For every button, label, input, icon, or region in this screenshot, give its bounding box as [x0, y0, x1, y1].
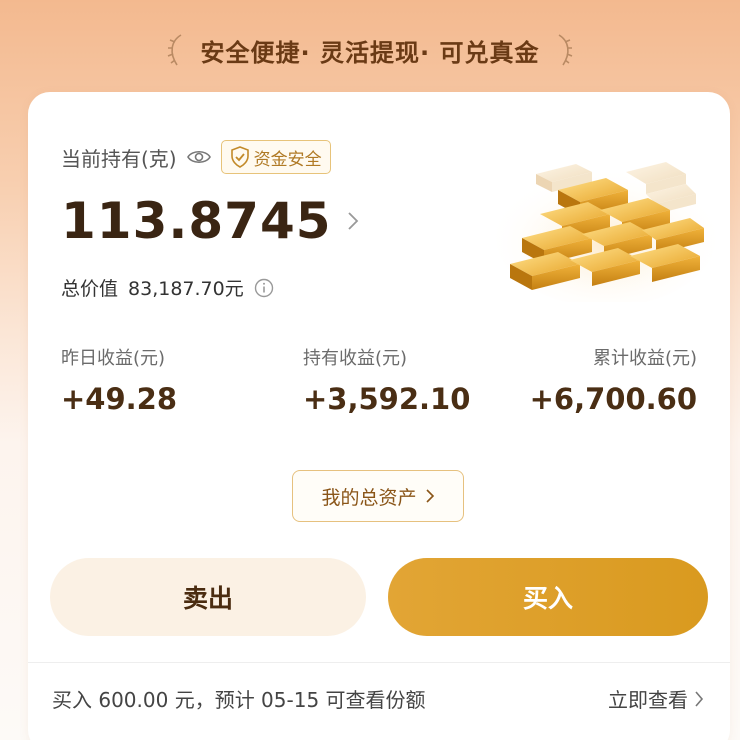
assets-button-label: 我的总资产: [321, 486, 417, 509]
view-now-link[interactable]: 立即查看: [608, 684, 704, 713]
grams-value: 113.8745: [61, 192, 332, 250]
stat-holding: 持有收益(元) +3,592.10: [303, 344, 470, 416]
stat-value: +6,700.60: [529, 382, 697, 416]
banner: 安全便捷· 灵活提现· 可兑真金: [0, 28, 740, 72]
badge-label: 资金安全: [253, 149, 322, 170]
stat-value: +3,592.10: [303, 382, 471, 416]
total-label: 总价值: [61, 278, 119, 300]
purchase-notice: 买入 600.00 元，预计 05-15 可查看份额: [52, 688, 426, 712]
info-icon[interactable]: [254, 278, 274, 298]
view-now-label: 立即查看: [608, 688, 688, 712]
chevron-right-icon: [695, 690, 704, 707]
my-total-assets-button[interactable]: 我的总资产: [292, 470, 464, 522]
stat-label: 昨日收益(元): [61, 348, 166, 369]
gold-bars-image: [496, 162, 716, 302]
stat-label: 累计收益(元): [592, 348, 697, 369]
laurel-left-icon: [167, 34, 181, 66]
stat-yesterday: 昨日收益(元) +49.28: [61, 344, 177, 416]
eye-icon[interactable]: [186, 148, 211, 166]
buy-button-label: 买入: [522, 584, 573, 613]
total-value-row: 总价值 83,187.70元: [61, 274, 274, 301]
holding-header: 当前持有(克) 资金安全: [61, 140, 331, 174]
buy-button[interactable]: 买入: [388, 558, 708, 636]
chevron-right-icon: [425, 489, 434, 503]
laurel-right-icon: [559, 34, 573, 66]
fund-safety-badge[interactable]: 资金安全: [220, 140, 331, 174]
stat-value: +49.28: [61, 382, 178, 416]
stat-label: 持有收益(元): [303, 348, 408, 369]
total-value: 83,187.70元: [128, 278, 244, 300]
grams-display[interactable]: 113.8745: [61, 192, 360, 250]
divider: [28, 662, 730, 663]
stat-cumulative: 累计收益(元) +6,700.60: [530, 344, 697, 416]
sell-button[interactable]: 卖出: [50, 558, 366, 636]
holdings-card: 当前持有(克) 资金安全 113.8745 总价值 83,187.70元 昨日收…: [28, 92, 730, 740]
shield-icon: [230, 146, 249, 168]
banner-text: 安全便捷· 灵活提现· 可兑真金: [200, 38, 540, 67]
sell-button-label: 卖出: [182, 584, 233, 613]
earnings-stats: 昨日收益(元) +49.28 持有收益(元) +3,592.10 累计收益(元)…: [61, 344, 697, 424]
chevron-right-icon: [347, 212, 358, 230]
holding-label: 当前持有(克): [61, 146, 177, 171]
